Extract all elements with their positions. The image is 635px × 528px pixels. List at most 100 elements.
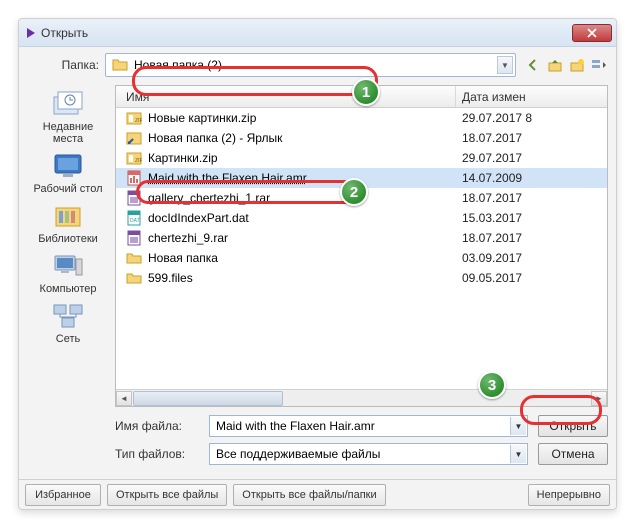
- continuous-button[interactable]: Непрерывно: [528, 484, 610, 506]
- new-folder-icon: [570, 58, 584, 72]
- scroll-thumb[interactable]: [133, 391, 283, 406]
- bottom-toolbar: Избранное Открыть все файлы Открыть все …: [19, 479, 616, 509]
- file-date: 18.07.2017: [456, 131, 607, 145]
- file-icon: [126, 230, 142, 246]
- places-bar: Недавние места Рабочий стол Библиотеки К…: [27, 85, 109, 471]
- cancel-button[interactable]: Отмена: [538, 443, 608, 465]
- file-icon: [126, 250, 142, 266]
- open-button[interactable]: Открыть: [538, 415, 608, 437]
- file-icon: [126, 270, 142, 286]
- filename-label: Имя файла:: [115, 419, 209, 433]
- folder-combo[interactable]: Новая папка (2) ▼: [105, 53, 516, 77]
- file-row[interactable]: gallery_chertezhi_1.rar 18.07.2017: [116, 188, 607, 208]
- chevron-down-icon[interactable]: ▼: [497, 56, 513, 74]
- column-date[interactable]: Дата измен: [456, 86, 607, 107]
- file-name: Картинки.zip: [148, 151, 218, 165]
- file-row[interactable]: 599.files 09.05.2017: [116, 268, 607, 288]
- folder-icon: [112, 57, 128, 73]
- filetype-value: Все поддерживаемые файлы: [216, 447, 380, 461]
- app-icon: [27, 28, 35, 38]
- file-icon: ZIP: [126, 150, 142, 166]
- file-name: chertezhi_9.rar: [148, 231, 228, 245]
- chevron-down-icon[interactable]: ▼: [510, 417, 526, 435]
- filename-row: Имя файла: Maid with the Flaxen Hair.amr…: [115, 415, 608, 437]
- file-name: 599.files: [148, 271, 193, 285]
- computer-icon: [51, 251, 85, 281]
- scroll-track[interactable]: [133, 391, 590, 406]
- folder-value: Новая папка (2): [134, 58, 222, 72]
- main-row: Недавние места Рабочий стол Библиотеки К…: [27, 85, 608, 471]
- horizontal-scrollbar[interactable]: ◄ ►: [116, 389, 607, 406]
- place-label: Недавние места: [30, 121, 106, 145]
- back-button[interactable]: [524, 56, 542, 74]
- recent-icon: [51, 89, 85, 119]
- folder-row: Папка: Новая папка (2) ▼: [27, 53, 608, 77]
- favorites-button[interactable]: Избранное: [25, 484, 101, 506]
- svg-text:DAT: DAT: [130, 218, 140, 224]
- place-computer[interactable]: Компьютер: [30, 251, 106, 295]
- form-rows: Имя файла: Maid with the Flaxen Hair.amr…: [115, 415, 608, 471]
- place-libraries[interactable]: Библиотеки: [30, 201, 106, 245]
- close-icon: [587, 28, 597, 38]
- place-recent[interactable]: Недавние места: [30, 89, 106, 145]
- file-name: Новая папка (2) - Ярлык: [148, 131, 282, 145]
- file-row[interactable]: DATdocIdIndexPart.dat15.03.2017: [116, 208, 607, 228]
- place-label: Сеть: [56, 333, 80, 345]
- dialog-body: Папка: Новая папка (2) ▼ Недавние места: [19, 47, 616, 479]
- place-label: Библиотеки: [38, 233, 98, 245]
- network-icon: [51, 301, 85, 331]
- list-header: Имя Дата измен: [116, 86, 607, 108]
- file-icon: DAT: [126, 210, 142, 226]
- open-all-files-button[interactable]: Открыть все файлы: [107, 484, 227, 506]
- libraries-icon: [51, 201, 85, 231]
- filename-input[interactable]: Maid with the Flaxen Hair.amr ▼: [209, 415, 528, 437]
- scroll-right-icon[interactable]: ►: [591, 391, 607, 406]
- window-title: Открыть: [41, 26, 572, 40]
- column-name[interactable]: Имя: [116, 86, 456, 107]
- file-date: 09.05.2017: [456, 271, 607, 285]
- file-date: 29.07.2017 8: [456, 111, 607, 125]
- svg-text:ZIP: ZIP: [135, 158, 142, 164]
- folder-label: Папка:: [27, 58, 105, 72]
- folder-up-icon: [548, 58, 562, 72]
- place-label: Рабочий стол: [33, 183, 102, 195]
- up-button[interactable]: [546, 56, 564, 74]
- filetype-select[interactable]: Все поддерживаемые файлы ▼: [209, 443, 528, 465]
- view-icon: [591, 58, 607, 72]
- chevron-down-icon[interactable]: ▼: [510, 445, 526, 463]
- file-name: Новые картинки.zip: [148, 111, 256, 125]
- file-row[interactable]: chertezhi_9.rar 18.07.2017: [116, 228, 607, 248]
- file-date: 14.07.2009: [456, 171, 607, 185]
- back-icon: [526, 58, 540, 72]
- file-date: 29.07.2017: [456, 151, 607, 165]
- file-row[interactable]: ZIP Новые картинки.zip 29.07.2017 8: [116, 108, 607, 128]
- filetype-row: Тип файлов: Все поддерживаемые файлы ▼ О…: [115, 443, 608, 465]
- file-date: 18.07.2017: [456, 191, 607, 205]
- view-menu-button[interactable]: [590, 56, 608, 74]
- file-row[interactable]: Новая папка (2) - Ярлык 18.07.2017: [116, 128, 607, 148]
- file-rows: ZIP Новые картинки.zip 29.07.2017 8 Новая п…: [116, 108, 607, 288]
- file-name: Maid with the Flaxen Hair.amr: [148, 171, 307, 185]
- scroll-left-icon[interactable]: ◄: [116, 391, 132, 406]
- new-folder-button[interactable]: [568, 56, 586, 74]
- file-date: 18.07.2017: [456, 231, 607, 245]
- svg-text:ZIP: ZIP: [135, 118, 142, 124]
- open-all-files-folders-button[interactable]: Открыть все файлы/папки: [233, 484, 385, 506]
- desktop-icon: [51, 151, 85, 181]
- place-network[interactable]: Сеть: [30, 301, 106, 345]
- file-date: 03.09.2017: [456, 251, 607, 265]
- file-list: Имя Дата измен ZIP Новые картинки.zip 29.0…: [115, 85, 608, 407]
- file-row[interactable]: Новая папка03.09.2017: [116, 248, 607, 268]
- open-dialog: Открыть Папка: Новая папка (2) ▼: [18, 18, 617, 510]
- file-row[interactable]: ZIP Картинки.zip 29.07.2017: [116, 148, 607, 168]
- close-button[interactable]: [572, 24, 612, 42]
- place-label: Компьютер: [40, 283, 97, 295]
- file-icon: [126, 130, 142, 146]
- file-icon: [126, 190, 142, 206]
- filetype-label: Тип файлов:: [115, 447, 209, 461]
- file-row[interactable]: Maid with the Flaxen Hair.amr 14.07.2009: [116, 168, 607, 188]
- file-name: gallery_chertezhi_1.rar: [148, 191, 270, 205]
- place-desktop[interactable]: Рабочий стол: [30, 151, 106, 195]
- file-name: docIdIndexPart.dat: [148, 211, 249, 225]
- file-pane: Имя Дата измен ZIP Новые картинки.zip 29.0…: [115, 85, 608, 471]
